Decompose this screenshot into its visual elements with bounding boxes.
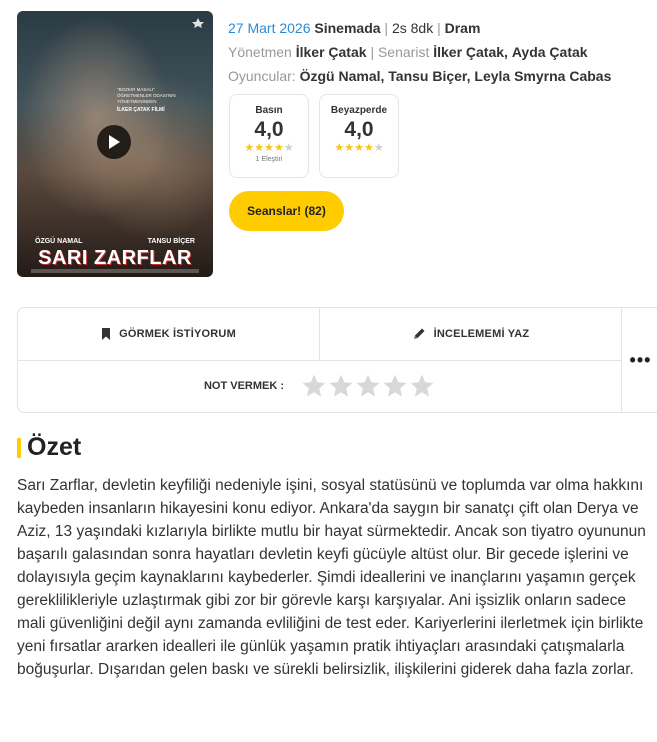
movie-meta: 27 Mart 2026 Sinemada | 2s 8dk | Dram Yö… [228,16,611,88]
release-status[interactable]: Sinemada [314,20,380,36]
cast-link[interactable]: Leyla Smyrna Cabas [474,68,611,84]
rate-row: NOT VERMEK : [18,361,621,411]
summary-text: Sarı Zarflar, devletin keyfiliği nedeniy… [17,477,646,678]
press-score-label: Basın [255,105,283,116]
cast-link[interactable]: Özgü Namal [300,68,381,84]
rate-star-1[interactable] [301,373,327,399]
poster-cast-right: TANSU BİÇER [147,238,195,245]
star-icon: ★ [344,142,355,154]
movie-poster[interactable]: "BOZKIR MASALI" ÖĞRETMENLER ODASI'NIN YÖNE… [17,11,213,277]
director-label: Yönetmen [228,44,292,60]
star-icon: ★ [254,142,265,154]
poster-director: İLKER ÇATAK FİLMİ [117,107,165,113]
audience-score-label: Beyazperde [330,105,388,116]
more-options-button[interactable]: ••• [623,308,657,412]
press-score-value: 4,0 [254,118,284,141]
star-icon: ★ [273,142,284,154]
press-star-rating: ★★★★★ [230,141,308,154]
bookmark-icon [102,328,111,340]
user-actions-panel: GÖRMEK İSTİYORUM İNCELEMEMİ YAZ NOT VERM… [17,307,657,413]
watchlist-button[interactable]: GÖRMEK İSTİYORUM [18,308,319,360]
cast-label: Oyuncular: [228,68,296,84]
divider [621,308,622,412]
star-icon: ★ [244,142,255,154]
duration: 2s 8dk [391,20,434,36]
rate-star-2[interactable] [328,373,354,399]
poster-tagline: "BOZKIR MASALI" ÖĞRETMENLER ODASI'NIN YÖNE… [117,87,176,104]
star-icon: ★ [363,142,374,154]
rate-star-5[interactable] [409,373,435,399]
watchlist-label: GÖRMEK İSTİYORUM [119,328,236,340]
press-review-count: 1 Eleştiri [255,156,283,163]
separator: | [437,20,441,36]
audience-star-rating: ★★★★★ [320,141,398,154]
heading-accent [17,437,21,458]
write-review-label: İNCELEMEMİ YAZ [433,328,530,340]
star-icon: ★ [354,142,364,154]
poster-credits [31,269,199,273]
star-icon: ★ [264,142,274,154]
release-row: 27 Mart 2026 Sinemada | 2s 8dk | Dram [228,16,611,40]
rate-star-4[interactable] [382,373,408,399]
festival-logo [191,17,205,31]
press-score-card[interactable]: Basın 4,0 ★★★★★ 1 Eleştiri [229,94,309,178]
summary-title: Özet [27,433,82,461]
star-icon: ★ [334,142,345,154]
writer-link[interactable]: İlker Çatak [433,44,504,60]
director-link[interactable]: İlker Çatak [296,44,367,60]
crew-row: Yönetmen İlker Çatak | Senarist İlker Ça… [228,44,588,60]
write-review-button[interactable]: İNCELEMEMİ YAZ [320,308,621,360]
rate-label: NOT VERMEK : [203,380,285,392]
play-trailer-button[interactable] [97,125,131,159]
release-date: 27 Mart 2026 [228,20,311,36]
poster-cast-left: ÖZGÜ NAMAL [35,238,83,245]
rate-star-3[interactable] [355,373,381,399]
pencil-icon [413,328,425,339]
audience-score-value: 4,0 [344,118,374,141]
genre-link[interactable]: Dram [445,20,481,36]
writer-link[interactable]: Ayda Çatak [512,44,588,60]
star-icon: ★ [283,142,294,154]
writer-label: Senarist [377,44,430,60]
play-icon [109,135,120,149]
poster-cast: ÖZGÜ NAMAL TANSU BİÇER [35,238,195,245]
audience-score-card[interactable]: Beyazperde 4,0 ★★★★★ [319,94,399,178]
summary-heading: Özet [17,433,81,462]
poster-title: SARI ZARFLAR [38,247,192,269]
star-icon: ★ [373,142,384,154]
cast-link[interactable]: Tansu Biçer [388,68,466,84]
separator: | [384,20,389,36]
separator: | [370,44,375,60]
showtimes-button[interactable]: Seanslar! (82) [229,191,344,231]
cast-row: Oyuncular: Özgü Namal, Tansu Biçer, Leyl… [228,68,612,84]
